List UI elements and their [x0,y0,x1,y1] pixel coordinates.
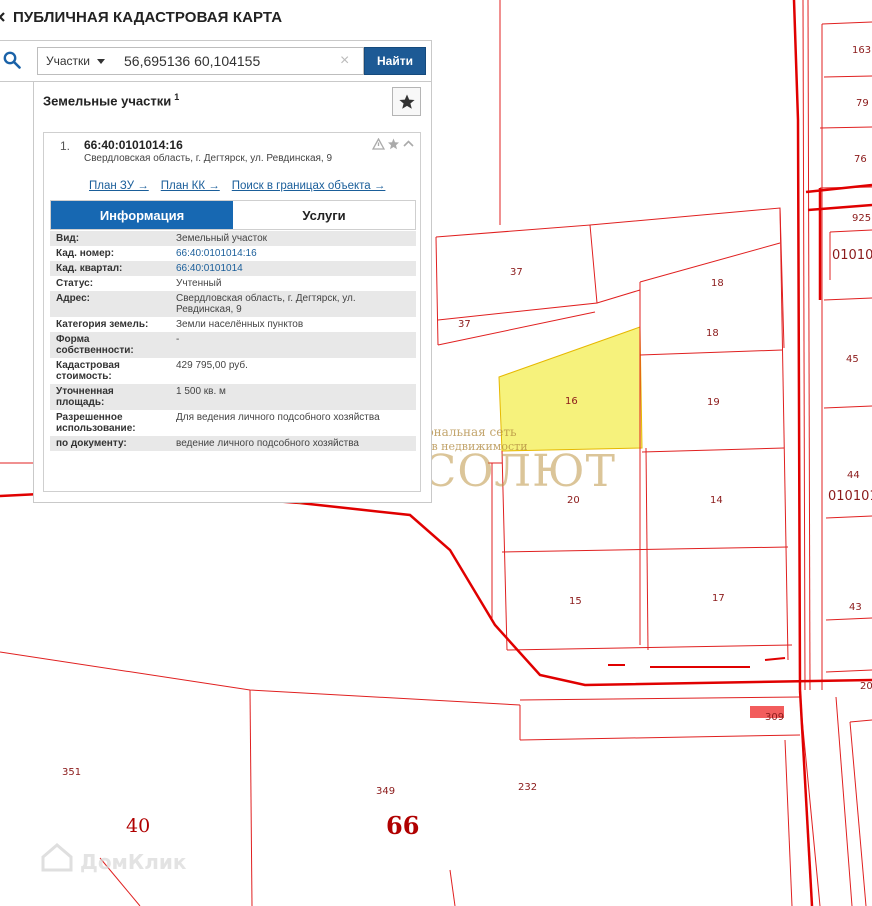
map-label: 01010 [832,248,872,263]
field-value: Учтенный [176,278,222,289]
map-label: 79 [856,98,869,109]
selected-parcel[interactable] [498,326,643,452]
table-row: Кад. квартал: 66:40:0101014 [50,261,416,276]
link-plan-kk[interactable]: План КК → [161,180,220,192]
field-label: Кад. квартал: [50,261,170,276]
caret-down-icon [97,59,105,64]
field-value-link[interactable]: 66:40:0101014:16 [170,246,416,261]
table-row: Вид: Земельный участок [50,231,416,246]
field-label: Уточненная площадь: [50,384,170,410]
map-label: 44 [847,470,860,481]
field-value: 429 795,00 руб. [176,360,248,371]
map-label: 232 [518,782,537,793]
favorites-button[interactable] [392,87,421,116]
chevron-left-icon[interactable] [0,12,7,22]
map-label: 37 [458,319,471,330]
table-row: Адрес: Свердловская область, г. Дегтярск,… [50,291,416,317]
results-title: Земельные участки 1 [43,92,179,108]
quarter-label: 66 [386,811,419,840]
results-panel: Земельные участки 1 1. 66:40:0101014:16 С… [33,82,432,503]
tab-information[interactable]: Информация [51,201,233,229]
field-value: ведение личного подсобного хозяйства [170,436,416,451]
results-count: 1 [174,92,180,102]
result-card: 1. 66:40:0101014:16 Свердловская область… [43,132,421,492]
map-label: 14 [710,495,723,506]
info-table: Вид: Земельный участок Кад. номер: 66:40:0… [50,231,416,451]
map-label: 45 [846,354,859,365]
table-row: Категория земель: Земли населённых пункто… [50,317,416,332]
field-label: Категория земель: [56,319,149,330]
map-label: 17 [712,593,725,604]
clear-icon[interactable]: × [340,53,349,69]
field-value: Земли населённых пунктов [176,319,304,330]
table-row: по документу: ведение личного подсобного … [50,436,416,451]
map-label: 43 [849,602,862,613]
quarter-label: 40 [126,815,150,837]
search-type-select[interactable]: Участки [37,47,113,75]
field-label: Статус: [56,278,94,289]
find-button[interactable]: Найти [364,47,426,75]
map-label: 76 [854,154,867,165]
map-label: 010101 [828,489,872,504]
field-label: Адрес: [50,291,170,317]
results-title-text: Земельные участки [43,93,172,109]
table-row: Статус: Учтенный [50,276,416,291]
warning-icon[interactable] [372,138,385,150]
field-label: Разрешенное использование: [56,412,136,434]
search-type-label: Участки [46,54,90,68]
field-value: Свердловская область, г. Дегтярск, ул. Р… [170,291,416,317]
field-value-link[interactable]: 66:40:0101014 [170,261,416,276]
table-row: Кадастровая стоимость: 429 795,00 руб. [50,358,416,384]
field-label: Кад. номер: [56,248,115,259]
map-label: 20 [860,681,872,692]
link-search-within[interactable]: Поиск в границах объекта → [232,180,386,192]
map-label: 351 [62,767,81,778]
map-label: 163 [852,45,871,56]
result-links: План ЗУ → План КК → Поиск в границах объек… [89,180,397,192]
tab-services[interactable]: Услуги [233,201,415,229]
table-row: Кад. номер: 66:40:0101014:16 [50,246,416,261]
table-row: Уточненная площадь: 1 500 кв. м [50,384,416,410]
map-label: 37 [510,267,523,278]
house-icon [41,843,73,872]
map-label: 18 [711,278,724,289]
chevron-up-icon[interactable] [402,138,415,150]
map-label: 925 [852,213,871,224]
result-number: 1. [60,139,71,153]
map-label: 16 [565,396,578,407]
map-label: 309 [765,712,784,723]
search-input[interactable] [112,47,364,75]
field-value: 1 500 кв. м [170,384,416,410]
link-plan-zu[interactable]: План ЗУ → [89,180,149,192]
result-address: Свердловская область, г. Дегтярск, ул. Р… [84,153,333,164]
map-label: 18 [706,328,719,339]
map-label: 15 [569,596,582,607]
star-icon[interactable] [387,138,400,150]
table-row: Форма собственности: - [50,332,416,358]
field-value: Для ведения личного подсобного хозяйства [176,412,380,423]
watermark-footer: ДомКлик [80,850,187,874]
field-value: Земельный участок [170,231,416,246]
info-tabs: Информация Услуги [50,200,416,230]
map-label: 19 [707,397,720,408]
search-bar: Участки × Найти [0,40,432,82]
card-actions [372,138,415,150]
field-label: Форма собственности: [50,332,170,358]
search-icon[interactable] [3,51,21,69]
map-label: 349 [376,786,395,797]
app-title: ПУБЛИЧНАЯ КАДАСТРОВАЯ КАРТА [13,8,283,26]
star-icon [399,94,415,109]
app-header: ПУБЛИЧНАЯ КАДАСТРОВАЯ КАРТА [0,0,282,34]
field-label: Вид: [50,231,170,246]
cadastral-id[interactable]: 66:40:0101014:16 [84,138,183,152]
field-label: Кадастровая стоимость: [56,360,120,382]
field-label: по документу: [50,436,170,451]
table-row: Разрешенное использование: Для ведения ли… [50,410,416,436]
field-value: - [170,332,416,358]
